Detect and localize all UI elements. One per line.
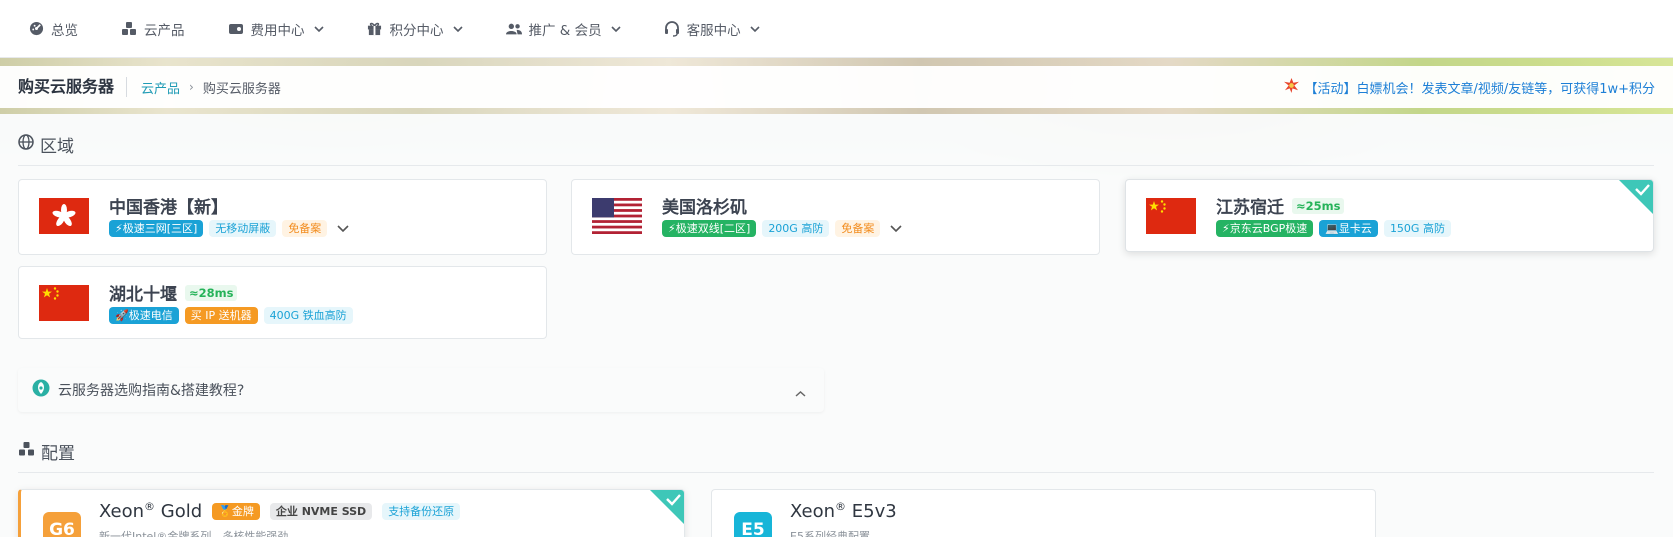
- dashboard-icon: [28, 21, 44, 37]
- config-card-g6[interactable]: G6 Xeon® Gold 🏅金牌 企业 NVME SSD 支持备份还原 新一代…: [18, 489, 685, 537]
- chevron-down-icon: [313, 21, 324, 37]
- gift-icon: [367, 21, 383, 37]
- burst-icon: [1284, 78, 1300, 97]
- config-name: Xeon® Gold 🏅金牌 企业 NVME SSD 支持备份还原: [99, 500, 461, 522]
- compass-icon: [32, 379, 50, 401]
- config-badge: G6: [43, 512, 81, 537]
- nav-item-cloud-products[interactable]: 云产品: [121, 19, 185, 39]
- hk-flag-icon: [39, 198, 89, 234]
- region-card-suqian[interactable]: 江苏宿迁 ≈25ms ⚡京东云BGP极速 💻显卡云 150G 高防: [1125, 179, 1654, 252]
- region-name: 中国香港【新】: [109, 193, 228, 218]
- nav-item-label: 总览: [51, 22, 78, 39]
- registered-mark: ®: [144, 500, 156, 513]
- config-description: E5系列经典配置: [790, 530, 870, 537]
- config-name: Xeon® E5v3: [790, 500, 897, 522]
- latency-badge: ≈25ms: [1292, 197, 1345, 214]
- region-name-text: 中国香港【新】: [109, 198, 228, 218]
- tag-backup: 支持备份还原: [382, 502, 461, 520]
- breadcrumb-link-cloud-products[interactable]: 云产品: [141, 78, 180, 97]
- page-title: 购买云服务器: [0, 77, 128, 97]
- region-name-text: 湖北十堰: [109, 285, 177, 305]
- selected-check-icon: [650, 490, 684, 524]
- region-tags: 🚀极速电信 买 IP 送机器 400G 铁血高防: [109, 307, 353, 324]
- config-name-suffix: Gold: [160, 501, 203, 522]
- divider: [18, 165, 1654, 166]
- chevron-down-icon[interactable]: [890, 224, 902, 233]
- chevron-down-icon: [750, 21, 760, 37]
- config-card-e5[interactable]: E5 Xeon® E5v3 E5系列经典配置: [711, 489, 1376, 537]
- page-header: 购买云服务器 云产品 › 购买云服务器 【活动】白嫖机会！发表文章/视频/友链等…: [0, 66, 1673, 108]
- tag-no-filing: 免备案: [282, 220, 328, 237]
- registered-mark: ®: [835, 500, 847, 513]
- announcement-text: 【活动】白嫖机会！发表文章/视频/友链等，可获得1w+积分: [1304, 82, 1655, 97]
- region-tags: ⚡极速三网[三区] 无移动屏蔽 免备案: [109, 220, 349, 237]
- nav-item-label: 推广 & 会员: [528, 22, 602, 39]
- tag-promo: 买 IP 送机器: [184, 307, 258, 324]
- region-name-text: 江苏宿迁: [1216, 198, 1284, 218]
- tag-network: ⚡极速三网[三区]: [109, 220, 204, 237]
- nav-item-support[interactable]: 客服中心: [664, 19, 760, 39]
- nav-item-points[interactable]: 积分中心: [367, 19, 463, 39]
- region-tags: ⚡极速双线[二区] 200G 高防 免备案: [662, 220, 902, 237]
- tag-gold: 🏅金牌: [212, 502, 260, 520]
- region-card-los-angeles[interactable]: 美国洛杉矶 ⚡极速双线[二区] 200G 高防 免备案: [571, 179, 1100, 255]
- breadcrumb-separator-icon: ›: [189, 80, 194, 94]
- chevron-down-icon: [611, 21, 621, 37]
- cn-flag-icon: [1146, 198, 1196, 234]
- nav-item-label: 积分中心: [389, 22, 444, 39]
- nav-item-label: 客服中心: [686, 22, 741, 39]
- cubes-icon: [18, 441, 35, 462]
- region-card-hongkong[interactable]: 中国香港【新】 ⚡极速三网[三区] 无移动屏蔽 免备案: [18, 179, 547, 255]
- region-name-text: 美国洛杉矶: [662, 198, 747, 218]
- globe-icon: [18, 134, 34, 155]
- region-name: 湖北十堰 ≈28ms: [109, 280, 238, 305]
- users-icon: [505, 21, 522, 37]
- chevron-down-icon[interactable]: [337, 224, 349, 233]
- config-description: 新一代Intel®金牌系列，多核性能强劲: [99, 530, 289, 537]
- config-name-suffix: E5v3: [851, 501, 897, 522]
- config-name-text: Xeon: [790, 501, 836, 522]
- guide-accordion[interactable]: 云服务器选购指南&搭建教程?: [18, 368, 824, 412]
- breadcrumb: 云产品 › 购买云服务器: [127, 78, 281, 97]
- config-name-text: Xeon: [99, 501, 145, 522]
- cubes-icon: [121, 21, 137, 37]
- tag-storage: 企业 NVME SSD: [269, 502, 373, 520]
- nav-item-promotion[interactable]: 推广 & 会员: [505, 19, 621, 39]
- tag-no-filing: 免备案: [835, 220, 881, 237]
- cn-flag-icon: [39, 285, 89, 321]
- region-name: 江苏宿迁 ≈25ms: [1216, 193, 1345, 218]
- breadcrumb-current: 购买云服务器: [202, 81, 281, 97]
- nav-item-overview[interactable]: 总览: [28, 19, 78, 39]
- tag-network: ⚡极速双线[二区]: [662, 220, 757, 237]
- tag-gpu: 💻显卡云: [1319, 220, 1378, 237]
- nav-item-label: 费用中心: [250, 22, 305, 39]
- region-tags: ⚡京东云BGP极速 💻显卡云 150G 高防: [1216, 220, 1451, 237]
- divider: [18, 472, 1654, 473]
- nav-item-label: 云产品: [144, 22, 185, 39]
- region-section-title: 区域: [18, 132, 74, 157]
- tag-ddos: 400G 铁血高防: [263, 307, 353, 324]
- selected-check-icon: [1619, 180, 1653, 214]
- announcement-link[interactable]: 【活动】白嫖机会！发表文章/视频/友链等，可获得1w+积分: [1284, 78, 1655, 97]
- headset-icon: [664, 20, 680, 37]
- config-section-title: 配置: [18, 439, 75, 464]
- tag-network: ⚡京东云BGP极速: [1216, 220, 1314, 237]
- nav-item-billing[interactable]: 费用中心: [228, 19, 324, 39]
- latency-badge: ≈28ms: [185, 284, 238, 301]
- top-nav: 总览 云产品 费用中心 积分中心 推广 & 会员 客服中心: [0, 0, 1673, 58]
- config-badge: E5: [734, 512, 772, 537]
- tag-ddos: 200G 高防: [762, 220, 830, 237]
- tag-feature: 无移动屏蔽: [209, 220, 277, 237]
- guide-label: 云服务器选购指南&搭建教程?: [58, 383, 245, 399]
- region-name: 美国洛杉矶: [662, 193, 747, 218]
- wallet-icon: [228, 21, 244, 37]
- region-title-text: 区域: [40, 137, 74, 157]
- chevron-down-icon: [452, 21, 463, 37]
- us-flag-icon: [592, 198, 642, 234]
- chevron-up-icon: [795, 383, 806, 402]
- region-card-shiyan[interactable]: 湖北十堰 ≈28ms 🚀极速电信 买 IP 送机器 400G 铁血高防: [18, 266, 547, 339]
- tag-network: 🚀极速电信: [109, 307, 179, 324]
- config-title-text: 配置: [41, 444, 75, 464]
- tag-ddos: 150G 高防: [1383, 220, 1451, 237]
